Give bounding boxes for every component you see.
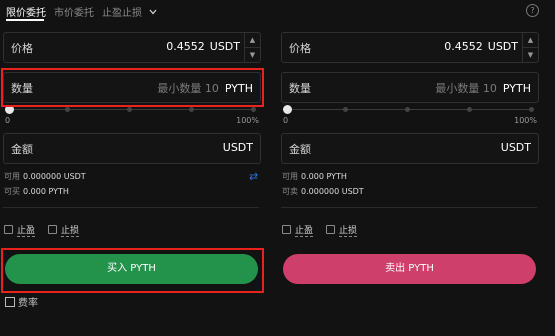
sell-price-label: 价格 xyxy=(289,42,311,55)
slider-tick[interactable] xyxy=(343,107,348,112)
slider-handle[interactable] xyxy=(283,105,292,114)
fee-icon xyxy=(5,297,15,307)
buy-price-label: 价格 xyxy=(11,42,33,55)
sell-quantity-input[interactable]: 最小数量 10 PYTH xyxy=(435,80,531,96)
sell-amount-unit: USDT xyxy=(500,141,531,154)
sell-amount-field[interactable]: 金额 USDT xyxy=(281,133,539,164)
can-buy-label: 可买 xyxy=(4,187,20,196)
sell-tpsl-options: 止盈 止损 xyxy=(282,223,538,237)
sell-percent-slider[interactable] xyxy=(283,105,535,115)
tab-tp-sl[interactable]: 止盈止损 xyxy=(102,4,157,19)
sell-slider-labels: 0 100% xyxy=(283,116,537,128)
active-tab-indicator xyxy=(6,19,44,21)
checkbox-icon xyxy=(282,225,291,234)
sell-quantity-field[interactable]: 数量 最小数量 10 PYTH xyxy=(281,72,539,103)
fee-label: 费率 xyxy=(18,298,38,309)
buy-price-field[interactable]: 价格 0.4552 USDT ▲ ▼ xyxy=(3,32,261,63)
buy-slider-labels: 0 100% xyxy=(5,116,259,128)
sell-price-unit: USDT xyxy=(487,40,518,53)
slider-tick[interactable] xyxy=(189,107,194,112)
sell-stop-loss-checkbox[interactable]: 止损 xyxy=(326,223,358,237)
sell-price-number: 0.4552 xyxy=(444,40,483,53)
slider-tick[interactable] xyxy=(405,107,410,112)
decrement-icon[interactable]: ▼ xyxy=(245,48,260,62)
decrement-icon[interactable]: ▼ xyxy=(523,48,538,62)
quantity-highlight-box xyxy=(1,68,264,107)
slider-min-label: 0 xyxy=(283,116,289,125)
sell-price-value[interactable]: 0.4552 USDT xyxy=(444,40,518,53)
order-type-tabs: 限价委托 市价委托 止盈止损 ? xyxy=(0,0,555,22)
tab-tp-sl-label: 止盈止损 xyxy=(102,8,142,19)
increment-icon[interactable]: ▲ xyxy=(523,33,538,48)
stop-loss-label: 止损 xyxy=(61,226,80,237)
sell-price-field[interactable]: 价格 0.4552 USDT ▲ ▼ xyxy=(281,32,539,63)
buy-available: 可用 0.000000 USDT xyxy=(4,171,86,182)
sell-max-sell: 可卖 0.000000 USDT xyxy=(282,186,364,197)
can-sell-value: 0.000000 USDT xyxy=(301,187,364,196)
available-label: 可用 xyxy=(282,172,298,181)
buy-stop-loss-checkbox[interactable]: 止损 xyxy=(48,223,80,237)
slider-tick[interactable] xyxy=(529,107,534,112)
available-value: 0.000000 USDT xyxy=(23,172,86,181)
sell-price-stepper[interactable]: ▲ ▼ xyxy=(522,33,538,62)
buy-max-buy: 可买 0.000 PYTH xyxy=(4,186,69,197)
take-profit-label: 止盈 xyxy=(17,226,36,237)
buy-tpsl-options: 止盈 止损 xyxy=(4,223,260,237)
slider-tick[interactable] xyxy=(251,107,256,112)
sell-take-profit-checkbox[interactable]: 止盈 xyxy=(282,223,314,237)
sell-panel: 价格 0.4552 USDT ▲ ▼ 数量 最小数量 10 PYTH 0 100% … xyxy=(281,32,543,332)
buy-amount-unit: USDT xyxy=(222,141,253,154)
divider xyxy=(3,207,259,208)
buy-amount-field[interactable]: 金额 USDT xyxy=(3,133,261,164)
slider-tick[interactable] xyxy=(65,107,70,112)
can-buy-value: 0.000 PYTH xyxy=(23,187,69,196)
chevron-down-icon xyxy=(149,9,157,15)
available-value: 0.000 PYTH xyxy=(301,172,347,181)
sell-button[interactable]: 卖出 PYTH xyxy=(283,254,536,284)
tab-market-order[interactable]: 市价委托 xyxy=(54,4,94,19)
tab-limit-order[interactable]: 限价委托 xyxy=(6,4,46,19)
checkbox-icon xyxy=(4,225,13,234)
sell-amount-label: 金额 xyxy=(289,143,311,156)
slider-tick[interactable] xyxy=(467,107,472,112)
buy-price-stepper[interactable]: ▲ ▼ xyxy=(244,33,260,62)
increment-icon[interactable]: ▲ xyxy=(245,33,260,48)
transfer-icon[interactable]: ⇄ xyxy=(249,170,258,183)
sell-available: 可用 0.000 PYTH xyxy=(282,171,347,182)
sell-quantity-placeholder: 最小数量 10 xyxy=(435,82,497,95)
stop-loss-label: 止损 xyxy=(339,226,358,237)
divider xyxy=(281,207,537,208)
help-icon[interactable]: ? xyxy=(526,4,539,17)
slider-max-label: 100% xyxy=(236,116,259,125)
buy-price-unit: USDT xyxy=(209,40,240,53)
sell-quantity-label: 数量 xyxy=(289,82,311,95)
take-profit-label: 止盈 xyxy=(295,226,314,237)
can-sell-label: 可卖 xyxy=(282,187,298,196)
slider-min-label: 0 xyxy=(5,116,11,125)
buy-price-number: 0.4552 xyxy=(166,40,205,53)
slider-tick[interactable] xyxy=(127,107,132,112)
sell-quantity-unit: PYTH xyxy=(502,82,531,95)
available-label: 可用 xyxy=(4,172,20,181)
buy-button-highlight-box xyxy=(1,248,264,293)
checkbox-icon xyxy=(48,225,57,234)
fee-rate[interactable]: 费率 xyxy=(5,294,38,309)
buy-take-profit-checkbox[interactable]: 止盈 xyxy=(4,223,36,237)
buy-price-value[interactable]: 0.4552 USDT xyxy=(166,40,240,53)
buy-amount-label: 金额 xyxy=(11,143,33,156)
slider-max-label: 100% xyxy=(514,116,537,125)
checkbox-icon xyxy=(326,225,335,234)
